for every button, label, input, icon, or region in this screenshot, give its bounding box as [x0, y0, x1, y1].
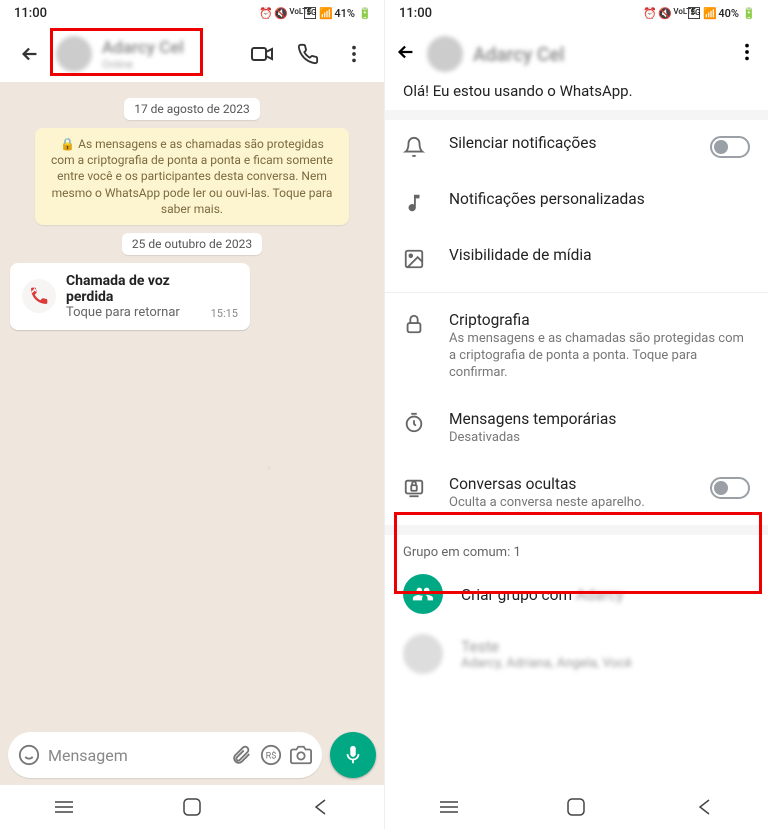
battery-text: 41%: [334, 7, 355, 20]
missed-call-text: Chamada de voz perdida Toque para retorn…: [66, 273, 201, 320]
status-time: 11:00: [399, 6, 432, 21]
battery-text: 40%: [718, 7, 739, 20]
timer-icon: [403, 412, 427, 438]
contact-name: Adarcy Cel: [102, 38, 236, 58]
mute-toggle[interactable]: [710, 136, 750, 158]
home-button[interactable]: [564, 795, 588, 819]
status-right: ⏰ 🔇 VoLTE 5G 📶 40% 🔋: [643, 7, 754, 20]
image-icon: [403, 248, 427, 274]
chat-body[interactable]: 17 de agosto de 2023 🔒 As mensagens e as…: [0, 82, 384, 725]
section-divider: [385, 110, 768, 120]
custom-notif-title: Notificações personalizadas: [449, 190, 750, 208]
missed-call-subtitle: Toque para retornar: [66, 305, 201, 320]
status-bar: 11:00 ⏰ 🔇 VoLTE 5G 📶 40% 🔋: [385, 0, 768, 26]
mic-button[interactable]: [330, 732, 376, 778]
back-button[interactable]: [395, 41, 417, 67]
bell-icon: [403, 136, 427, 162]
missed-call-time: 15:15: [211, 307, 238, 320]
mute-icon: 🔇: [274, 7, 286, 19]
section-divider: [385, 525, 768, 535]
chat-screen: 11:00 ⏰ 🔇 VoLTE 5G 📶 41% 🔋 Adarcy Cel On…: [0, 0, 384, 829]
alarm-icon: ⏰: [259, 7, 271, 19]
battery-icon: 🔋: [742, 7, 754, 19]
encryption-desc: As mensagens e as chamadas são protegida…: [449, 331, 750, 382]
emoji-icon[interactable]: [18, 744, 40, 766]
nav-back-button[interactable]: [308, 795, 332, 819]
contact-info-screen: 11:00 ⏰ 🔇 VoLTE 5G 📶 40% 🔋 Adarcy Cel Ol…: [384, 0, 768, 829]
message-placeholder: Mensagem: [48, 746, 222, 765]
volte-icon: VoLTE: [289, 7, 301, 19]
video-call-button[interactable]: [242, 34, 282, 74]
date-separator: 25 de outubro de 2023: [122, 233, 262, 255]
chat-lock-desc: Oculta a conversa neste aparelho.: [449, 495, 688, 512]
missed-call-bubble[interactable]: Chamada de voz perdida Toque para retorn…: [10, 263, 250, 330]
mute-title: Silenciar notificações: [449, 134, 688, 152]
create-group-label: Criar grupo com Adarcy: [461, 586, 624, 604]
chat-appbar: Adarcy Cel Online: [0, 26, 384, 82]
custom-notifications-row[interactable]: Notificações personalizadas: [385, 176, 768, 232]
encryption-notice[interactable]: 🔒 As mensagens e as chamadas são protegi…: [35, 128, 348, 225]
status-right: ⏰ 🔇 VoLTE 5G 📶 41% 🔋: [259, 7, 370, 20]
chat-lock-toggle[interactable]: [710, 477, 750, 499]
group-avatar: [403, 634, 443, 674]
svg-text:R$: R$: [266, 751, 277, 762]
thin-divider: [385, 292, 768, 293]
chat-lock-icon: [403, 477, 427, 503]
groups-header: Grupo em comum: 1: [385, 535, 768, 564]
5g-icon: 5G: [304, 7, 316, 19]
contact-avatar[interactable]: [56, 36, 92, 72]
music-note-icon: [403, 192, 427, 218]
encryption-row[interactable]: Criptografia As mensagens e as chamadas …: [385, 297, 768, 396]
battery-icon: 🔋: [358, 7, 370, 19]
disappearing-desc: Desativadas: [449, 430, 750, 447]
signal-icon: 📶: [319, 7, 331, 19]
info-appbar: Adarcy Cel: [385, 26, 768, 82]
signal-icon: 📶: [703, 7, 715, 19]
android-navbar: [385, 785, 768, 829]
contact-avatar[interactable]: [427, 36, 463, 72]
date-separator: 17 de agosto de 2023: [124, 98, 260, 120]
message-input[interactable]: Mensagem R$: [8, 732, 322, 778]
more-menu-button[interactable]: [736, 41, 758, 67]
group-item-row[interactable]: Teste Adarcy, Adriana, Angela, Você: [385, 624, 768, 684]
recent-apps-button[interactable]: [437, 795, 461, 819]
volte-icon: VoLTE: [673, 7, 685, 19]
home-button[interactable]: [180, 795, 204, 819]
voice-call-button[interactable]: [288, 34, 328, 74]
alarm-icon: ⏰: [643, 7, 655, 19]
chat-lock-title: Conversas ocultas: [449, 475, 688, 493]
create-group-icon: [403, 574, 443, 614]
about-text: Olá! Eu estou usando o WhatsApp.: [385, 82, 768, 110]
status-bar: 11:00 ⏰ 🔇 VoLTE 5G 📶 41% 🔋: [0, 0, 384, 26]
missed-call-icon: [22, 279, 56, 313]
contact-name[interactable]: Adarcy Cel: [473, 43, 726, 66]
camera-icon[interactable]: [290, 744, 312, 766]
contact-header[interactable]: Adarcy Cel Online: [102, 38, 236, 71]
attachment-icon[interactable]: [230, 744, 252, 766]
contact-status: Online: [102, 58, 236, 71]
android-navbar: [0, 785, 384, 829]
media-vis-title: Visibilidade de mídia: [449, 246, 750, 264]
lock-icon: [403, 313, 427, 339]
status-time: 11:00: [14, 6, 47, 21]
payment-icon[interactable]: R$: [260, 744, 282, 766]
chat-lock-row[interactable]: Conversas ocultas Oculta a conversa nest…: [385, 461, 768, 526]
settings-list[interactable]: Silenciar notificações Notificações pers…: [385, 120, 768, 785]
media-visibility-row[interactable]: Visibilidade de mídia: [385, 232, 768, 288]
encryption-title: Criptografia: [449, 311, 750, 329]
more-menu-button[interactable]: [334, 34, 374, 74]
group-members: Adarcy, Adriana, Angela, Você: [461, 656, 750, 671]
mute-icon: 🔇: [658, 7, 670, 19]
recent-apps-button[interactable]: [52, 795, 76, 819]
input-bar: Mensagem R$: [0, 725, 384, 785]
disappearing-messages-row[interactable]: Mensagens temporárias Desativadas: [385, 396, 768, 461]
5g-icon: 5G: [688, 7, 700, 19]
group-title: Teste: [461, 638, 750, 656]
back-button[interactable]: [10, 34, 50, 74]
missed-call-title: Chamada de voz perdida: [66, 273, 201, 305]
mute-notifications-row[interactable]: Silenciar notificações: [385, 120, 768, 176]
nav-back-button[interactable]: [692, 795, 716, 819]
create-group-row[interactable]: Criar grupo com Adarcy: [385, 564, 768, 624]
disappearing-title: Mensagens temporárias: [449, 410, 750, 428]
